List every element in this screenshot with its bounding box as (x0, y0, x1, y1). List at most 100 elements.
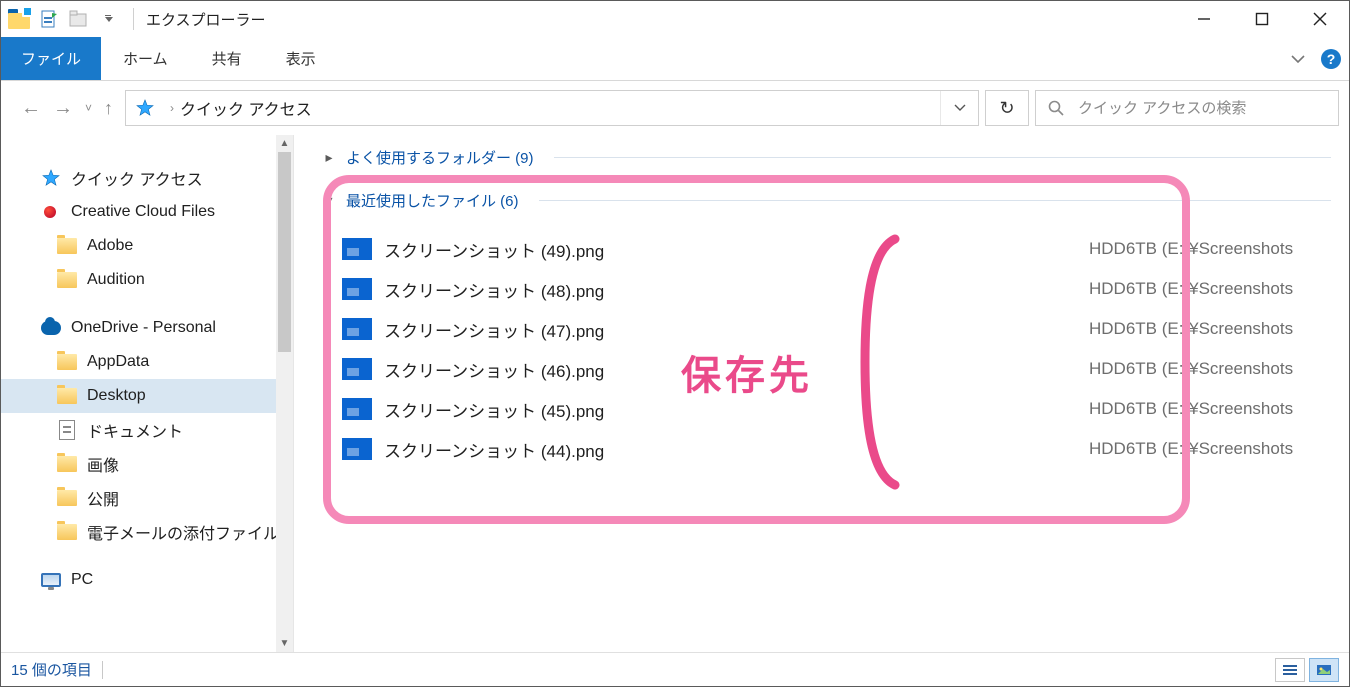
sidebar-item-label: PC (71, 571, 93, 589)
search-box[interactable] (1035, 90, 1339, 126)
sidebar-item-label: Creative Cloud Files (71, 203, 215, 221)
title-divider (133, 8, 134, 30)
star-icon (42, 169, 60, 187)
folder-icon (57, 456, 77, 472)
tab-home[interactable]: ホーム (101, 37, 190, 80)
sidebar-item-label: Desktop (87, 387, 146, 405)
sidebar-scrollbar[interactable]: ▲ ▼ (276, 135, 293, 652)
sidebar-item-onedrive[interactable]: OneDrive - Personal (1, 311, 293, 345)
nav-up-button[interactable]: ↑ (104, 98, 113, 119)
window-title: エクスプローラー (140, 9, 266, 30)
list-item[interactable]: スクリーンショット (46).png HDD6TB (E:)¥Screenshot… (294, 349, 1349, 389)
address-bar[interactable]: › クイック アクセス (125, 90, 979, 126)
list-item[interactable]: スクリーンショット (44).png HDD6TB (E:)¥Screenshot… (294, 429, 1349, 469)
list-item[interactable]: スクリーンショット (47).png HDD6TB (E:)¥Screenshot… (294, 309, 1349, 349)
file-name: スクリーンショット (47).png (384, 317, 814, 342)
search-icon (1036, 99, 1076, 117)
breadcrumb-quick-access[interactable]: クイック アクセス (180, 96, 312, 120)
sidebar-item-label: ドキュメント (87, 418, 183, 442)
app-icon (7, 7, 31, 31)
scroll-thumb[interactable] (278, 152, 291, 352)
sidebar-item-documents[interactable]: ドキュメント (1, 413, 293, 447)
sidebar-item-desktop[interactable]: Desktop (1, 379, 293, 413)
sidebar-item-label: 画像 (87, 452, 119, 476)
image-file-icon (342, 278, 372, 300)
file-name: スクリーンショット (48).png (384, 277, 814, 302)
search-input[interactable] (1076, 99, 1338, 118)
tab-share[interactable]: 共有 (190, 37, 264, 80)
sidebar-item-audition[interactable]: Audition (1, 263, 293, 297)
address-dropdown-button[interactable] (940, 91, 978, 125)
qat-customize-button[interactable] (97, 7, 121, 31)
folder-icon (57, 238, 77, 254)
file-path: HDD6TB (E:)¥Screenshots (1089, 359, 1293, 379)
sidebar-item-label: Audition (87, 271, 145, 289)
list-item[interactable]: スクリーンショット (49).pngHDD6TB (E:)¥Screenshot… (294, 229, 1349, 269)
sidebar-item-creative-cloud[interactable]: Creative Cloud Files (1, 195, 293, 229)
sidebar-item-label: OneDrive - Personal (71, 319, 216, 337)
qat-newfolder-button[interactable] (67, 7, 91, 31)
sidebar-item-label: クイック アクセス (71, 166, 203, 190)
qat-properties-button[interactable] (37, 7, 61, 31)
close-button[interactable] (1291, 1, 1349, 37)
tab-file[interactable]: ファイル (1, 37, 101, 80)
view-details-button[interactable] (1275, 658, 1305, 682)
sidebar-item-public[interactable]: 公開 (1, 481, 293, 515)
file-path: HDD6TB (E:)¥Screenshots (1089, 439, 1293, 459)
refresh-button[interactable]: ↻ (985, 90, 1029, 126)
sidebar-item-label: 公開 (87, 486, 119, 510)
scroll-down-icon[interactable]: ▼ (276, 635, 293, 652)
ribbon: ファイル ホーム 共有 表示 ? (1, 37, 1349, 81)
group-recent-files[interactable]: ▾ 最近使用したファイル (6) (294, 186, 1349, 217)
file-path: HDD6TB (E:)¥Screenshots (1089, 279, 1293, 299)
group-recent-label: 最近使用したファイル (6) (346, 190, 519, 211)
nav-back-button[interactable]: ← (21, 98, 41, 118)
chevron-right-icon: ▸ (322, 149, 336, 166)
list-item[interactable]: スクリーンショット (48).png HDD6TB (E:)¥Screenshot… (294, 269, 1349, 309)
ribbon-expand-button[interactable] (1289, 50, 1307, 68)
folder-icon (57, 272, 77, 288)
file-path: HDD6TB (E:)¥Screenshots (1089, 239, 1293, 259)
folder-icon (57, 354, 77, 370)
file-path: HDD6TB (E:)¥Screenshots (1089, 319, 1293, 339)
help-button[interactable]: ? (1321, 49, 1341, 69)
sidebar-item-appdata[interactable]: AppData (1, 345, 293, 379)
sidebar-item-quick-access[interactable]: クイック アクセス (1, 161, 293, 195)
view-large-icons-button[interactable] (1309, 658, 1339, 682)
file-name: スクリーンショット (46).png (384, 357, 814, 382)
sidebar-item-label: 電子メールの添付ファイル (87, 520, 279, 544)
group-frequent-label: よく使用するフォルダー (9) (346, 147, 534, 168)
maximize-button[interactable] (1233, 1, 1291, 37)
group-frequent-folders[interactable]: ▸ よく使用するフォルダー (9) (294, 143, 1349, 174)
sidebar-item-adobe[interactable]: Adobe (1, 229, 293, 263)
sidebar-item-pc[interactable]: PC (1, 563, 293, 597)
title-bar: エクスプローラー (1, 1, 1349, 37)
file-path: HDD6TB (E:)¥Screenshots (1089, 399, 1293, 419)
image-file-icon (342, 438, 372, 460)
minimize-button[interactable] (1175, 1, 1233, 37)
folder-icon (57, 490, 77, 506)
creative-cloud-icon (41, 204, 61, 220)
status-item-count: 15 個の項目 (11, 659, 92, 680)
breadcrumb-sep-icon: › (164, 101, 180, 115)
nav-recent-button[interactable]: ˅ (85, 101, 92, 115)
image-file-icon (342, 358, 372, 380)
nav-row: ← → ˅ ↑ › クイック アクセス ↻ (1, 81, 1349, 135)
file-name: スクリーンショット (44).png (384, 437, 814, 462)
document-icon (59, 420, 75, 440)
image-file-icon (342, 398, 372, 420)
nav-forward-button[interactable]: → (53, 98, 73, 118)
sidebar-item-label: AppData (87, 353, 149, 371)
tab-view[interactable]: 表示 (264, 37, 338, 80)
chevron-down-icon: ▾ (322, 192, 336, 209)
list-item[interactable]: スクリーンショット (45).png HDD6TB (E:)¥Screenshot… (294, 389, 1349, 429)
cloud-icon (41, 321, 61, 335)
file-name: スクリーンショット (45).png (384, 397, 814, 422)
sidebar-item-label: Adobe (87, 237, 133, 255)
folder-icon (57, 388, 77, 404)
image-file-icon (342, 238, 372, 260)
image-file-icon (342, 318, 372, 340)
scroll-up-icon[interactable]: ▲ (276, 135, 293, 152)
sidebar-item-pictures[interactable]: 画像 (1, 447, 293, 481)
sidebar-item-email-attach[interactable]: 電子メールの添付ファイル (1, 515, 293, 549)
